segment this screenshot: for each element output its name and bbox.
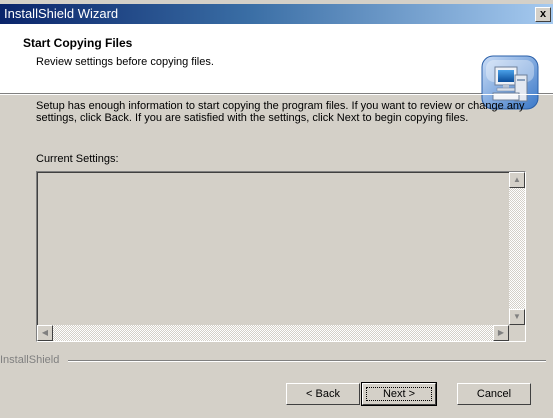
back-button-label: < Back xyxy=(306,388,340,400)
scroll-down-icon[interactable]: ▼ xyxy=(509,309,525,325)
scroll-right-icon[interactable]: ▶ xyxy=(493,325,509,341)
scroll-up-icon[interactable]: ▲ xyxy=(509,172,525,188)
horizontal-scrollbar[interactable]: ◀ ▶ xyxy=(37,325,509,341)
header-panel: Start Copying Files Review settings befo… xyxy=(0,24,553,110)
vertical-scrollbar[interactable]: ▲ ▼ xyxy=(509,172,525,325)
window-title: InstallShield Wizard xyxy=(4,6,119,21)
current-settings-label: Current Settings: xyxy=(36,153,119,165)
title-bar[interactable]: InstallShield Wizard x xyxy=(0,4,553,24)
back-button[interactable]: < Back xyxy=(286,383,360,405)
cancel-button-label: Cancel xyxy=(476,388,512,400)
setup-description: Setup has enough information to start co… xyxy=(36,100,525,124)
close-button[interactable]: x xyxy=(535,7,551,22)
current-settings-content xyxy=(37,172,525,341)
current-settings-box[interactable]: ▲ ▼ ◀ ▶ xyxy=(36,171,526,342)
installshield-brand: InstallShield xyxy=(0,354,60,366)
page-subtitle: Review settings before copying files. xyxy=(36,56,214,68)
cancel-button[interactable]: Cancel xyxy=(457,383,531,405)
scrollbar-corner xyxy=(509,325,525,341)
page-title: Start Copying Files xyxy=(23,36,133,50)
installshield-wizard-window: InstallShield Wizard x Start Copying Fil… xyxy=(0,0,553,418)
next-button[interactable]: Next > xyxy=(361,382,437,406)
header-divider xyxy=(0,94,553,95)
footer-divider xyxy=(68,360,546,362)
scroll-left-icon[interactable]: ◀ xyxy=(37,325,53,341)
next-button-label: Next > xyxy=(382,388,416,400)
